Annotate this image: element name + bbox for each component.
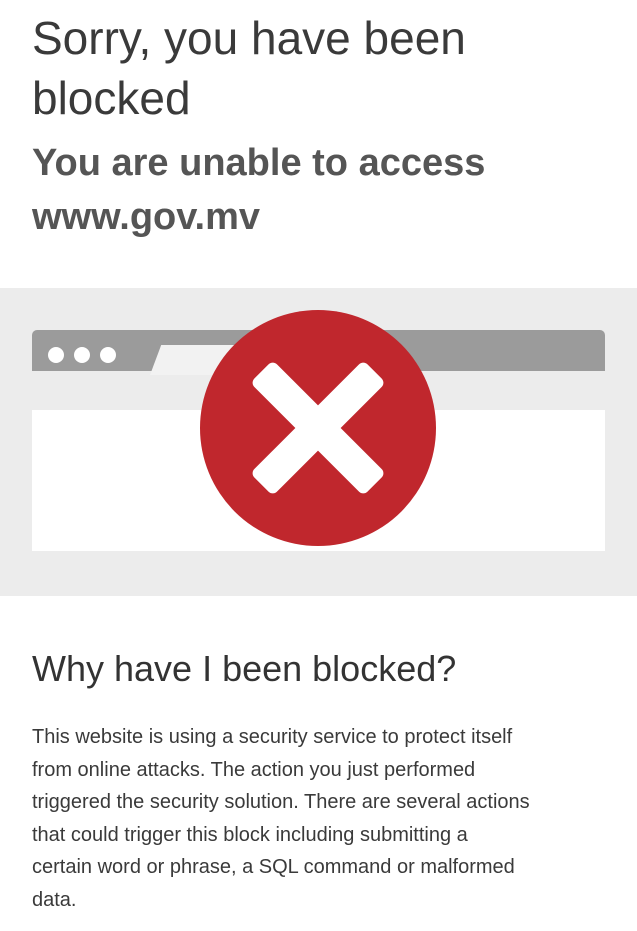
explanation-line: certain word or phrase, a SQL command or… — [32, 856, 515, 878]
title-line-2: blocked — [32, 72, 191, 124]
explanation-line: This website is using a security service… — [32, 726, 513, 748]
why-blocked-explanation: This website is using a security service… — [32, 721, 612, 916]
explanation-line: triggered the security solution. There a… — [32, 791, 530, 813]
explanation-line: from online attacks. The action you just… — [32, 758, 476, 781]
page-title: Sorry, you have been blocked — [32, 8, 622, 128]
blocked-domain: www.gov.mv — [32, 196, 261, 238]
window-dot-icon — [48, 347, 64, 363]
why-blocked-heading: Why have I been blocked? — [32, 648, 457, 689]
subtitle-line-1: You are unable to access — [32, 142, 486, 184]
explanation-line: that could trigger this block including … — [32, 823, 468, 846]
error-x-icon — [200, 310, 436, 546]
page-subtitle: You are unable to access www.gov.mv — [32, 136, 622, 244]
explanation-line: data. — [32, 888, 77, 911]
block-header: Sorry, you have been blocked You are una… — [32, 8, 622, 244]
window-dot-icon — [100, 347, 116, 363]
title-line-1: Sorry, you have been — [32, 12, 466, 64]
window-dot-icon — [74, 347, 90, 363]
